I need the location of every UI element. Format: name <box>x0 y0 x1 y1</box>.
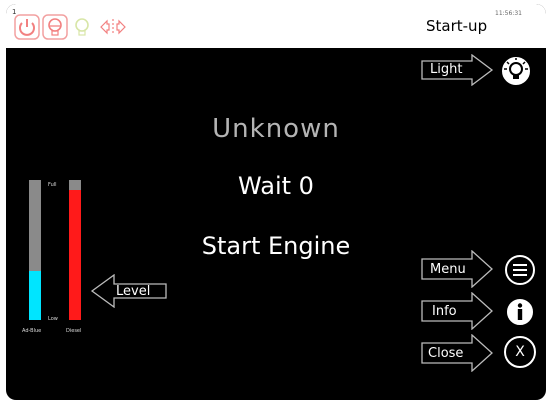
diesel-gauge <box>69 180 81 320</box>
close-icon[interactable]: X <box>504 336 536 368</box>
bulb-icon <box>42 14 68 40</box>
signal-arrows-icon <box>100 19 126 35</box>
lightbulb-icon[interactable] <box>499 54 533 88</box>
level-label: Level <box>116 284 151 299</box>
adblue-level-fill <box>29 271 41 320</box>
close-label: Close <box>428 346 464 361</box>
top-status-bar: 1 Start-up 11:56:31 <box>6 4 546 48</box>
menu-label: Menu <box>430 262 466 277</box>
level-arrow-button[interactable]: Level <box>90 274 168 308</box>
wait-counter-text: Wait 0 <box>238 172 314 200</box>
diesel-level-fill <box>69 189 81 320</box>
adblue-label: Ad-Blue <box>22 328 42 334</box>
engine-status-text: Unknown <box>212 114 340 144</box>
info-label: Info <box>432 304 457 319</box>
power-icon <box>14 14 40 40</box>
light-arrow-button[interactable]: Light <box>420 54 494 86</box>
diesel-label: Diesel <box>66 328 82 334</box>
info-arrow-button[interactable]: Info <box>420 292 494 330</box>
clock: 11:56:31 <box>495 10 522 17</box>
info-icon[interactable] <box>504 296 536 328</box>
menu-icon[interactable] <box>504 254 536 286</box>
gauge-low-label: Low <box>48 316 58 322</box>
adblue-gauge <box>29 180 41 320</box>
mode-title: Start-up <box>426 17 488 35</box>
screen-frame: 1 Start-up 11:56:31 Light Unknown Wait 0… <box>6 4 546 400</box>
light-label: Light <box>430 62 463 77</box>
gauge-full-label: Full <box>48 182 57 188</box>
close-arrow-button[interactable]: Close <box>420 334 494 372</box>
bulb-dim-icon <box>75 18 89 36</box>
menu-arrow-button[interactable]: Menu <box>420 250 494 288</box>
